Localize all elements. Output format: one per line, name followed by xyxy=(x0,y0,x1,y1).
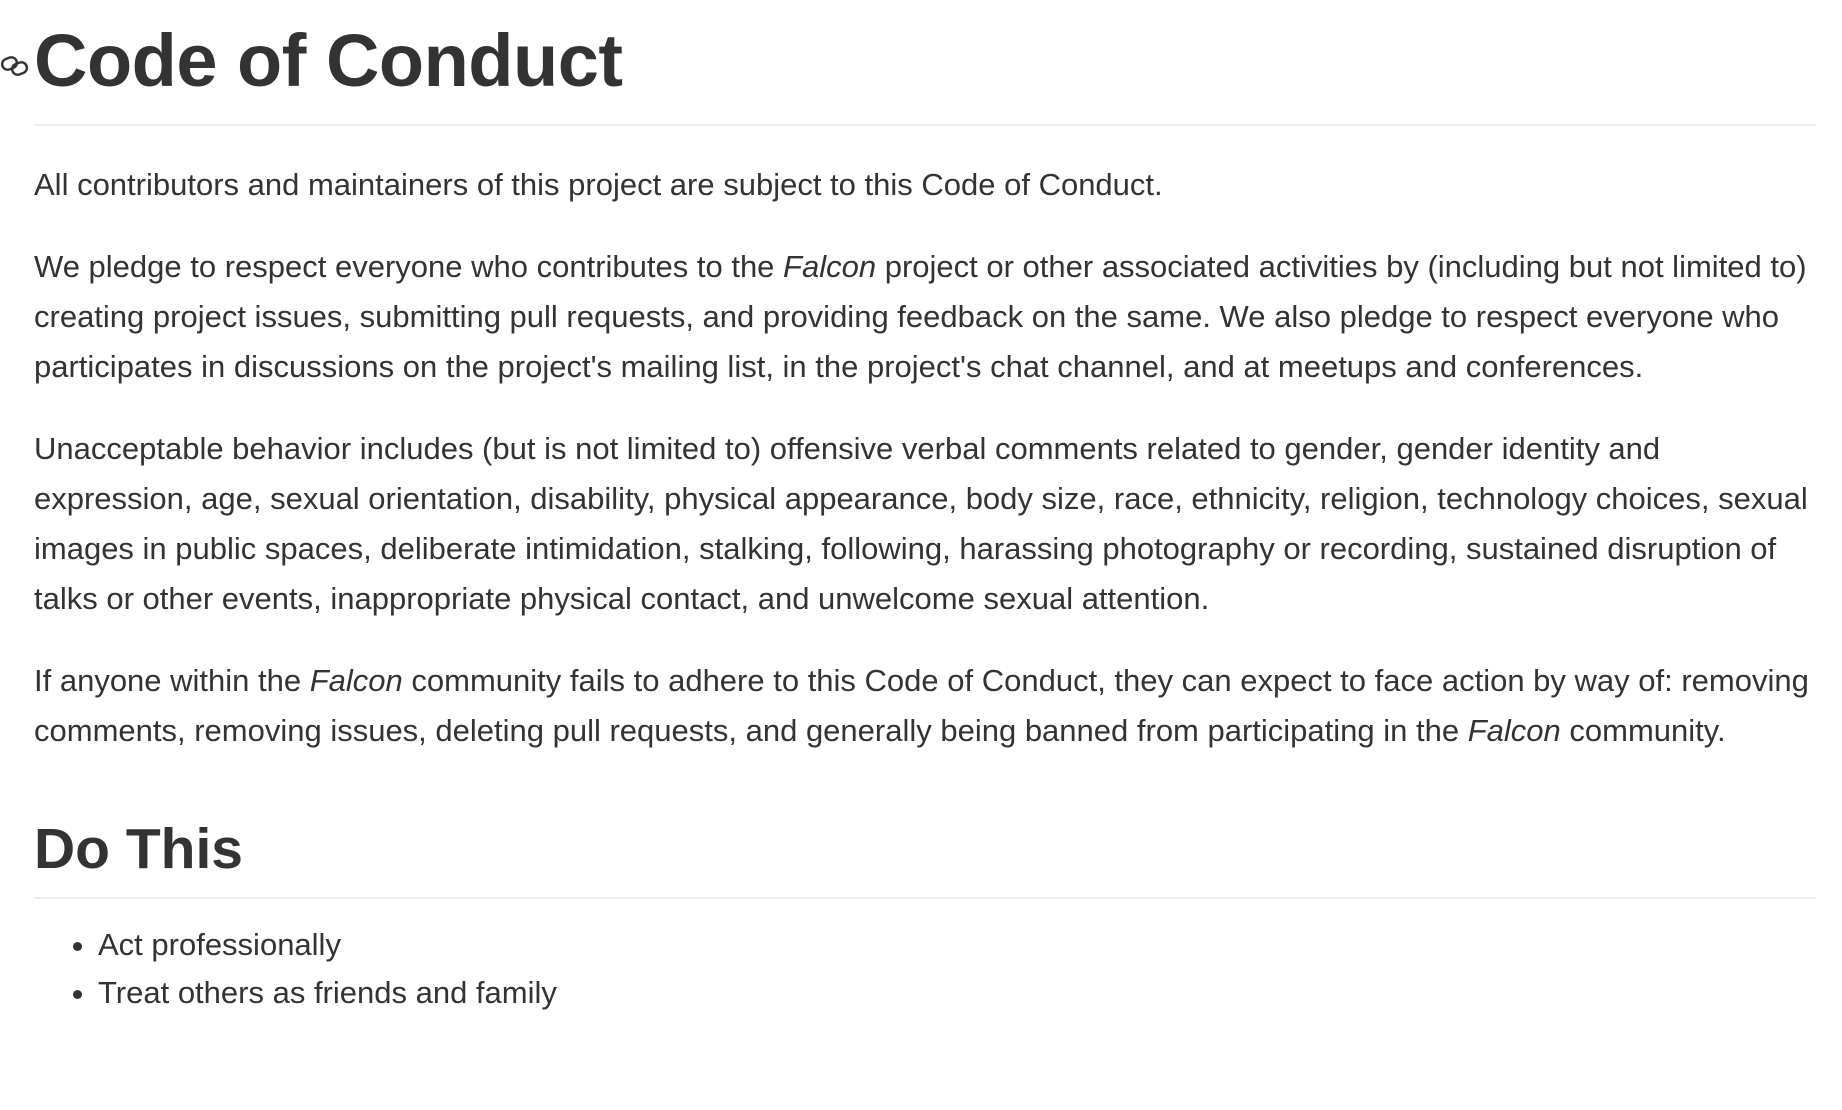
do-this-list: Act professionally Treat others as frien… xyxy=(34,921,1816,1017)
page-title: Code of Conduct xyxy=(34,19,623,102)
do-this-section-header: Do This xyxy=(34,812,1816,899)
project-name: Falcon xyxy=(1467,713,1561,748)
pledge-paragraph: We pledge to respect everyone who contri… xyxy=(34,242,1816,392)
unacceptable-behavior-paragraph: Unacceptable behavior includes (but is n… xyxy=(34,431,1808,616)
do-this-heading: Do This xyxy=(34,817,243,881)
project-name: Falcon xyxy=(309,663,403,698)
list-item: Treat others as friends and family xyxy=(98,969,1816,1017)
intro-paragraph: All contributors and maintainers of this… xyxy=(34,167,1163,202)
markdown-body: Code of Conduct All contributors and mai… xyxy=(0,0,1816,1017)
project-name: Falcon xyxy=(783,249,877,284)
pledge-text-before: We pledge to respect everyone who contri… xyxy=(34,249,784,284)
link-icon xyxy=(0,56,29,76)
enforcement-text-after: community. xyxy=(1560,713,1726,748)
page-title-section: Code of Conduct xyxy=(0,0,1816,126)
enforcement-paragraph: If anyone within the Falcon community fa… xyxy=(34,656,1816,756)
enforcement-text-before: If anyone within the xyxy=(34,663,310,698)
list-item: Act professionally xyxy=(98,921,1816,969)
heading-anchor-link[interactable] xyxy=(0,54,30,78)
